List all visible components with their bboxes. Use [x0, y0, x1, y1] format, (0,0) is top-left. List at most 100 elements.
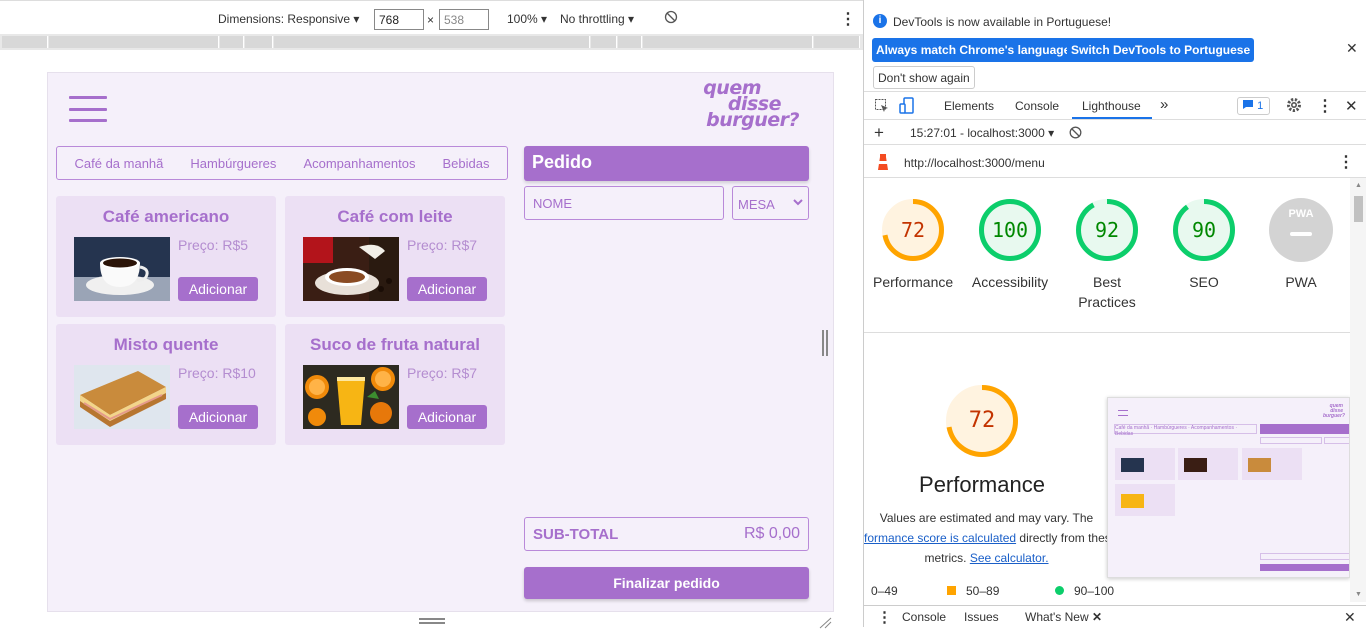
score-gauges: 72 Performance 100 Accessibility 92 Best…: [864, 178, 1350, 333]
active-tab-indicator: [1072, 117, 1152, 119]
subtotal-value: R$ 0,00: [743, 525, 800, 542]
devtools-menu-icon[interactable]: ⋮: [1317, 96, 1333, 116]
score-calculation-link[interactable]: formance score is calculated: [864, 531, 1016, 545]
throttling-dropdown[interactable]: No throttling ▾: [560, 12, 634, 26]
gauge-score: 92: [1094, 218, 1120, 242]
report-url-bar: http://localhost:3000/menu ⋮: [864, 146, 1366, 178]
more-tabs-icon[interactable]: »: [1160, 96, 1168, 113]
clear-reports-icon[interactable]: [1069, 126, 1082, 142]
table-select[interactable]: MESA: [732, 186, 809, 220]
add-button[interactable]: Adicionar: [407, 405, 487, 429]
gauge-ring: 92: [1075, 198, 1139, 262]
ruler-segment[interactable]: [220, 36, 244, 48]
scrollbar-thumb[interactable]: [1354, 196, 1363, 222]
report-selector[interactable]: 15:27:01 - localhost:3000 ▾: [910, 126, 1054, 140]
finish-order-button[interactable]: Finalizar pedido: [524, 567, 809, 599]
category-drinks[interactable]: Bebidas: [442, 156, 489, 171]
gauge-seo[interactable]: 90 SEO: [1164, 198, 1244, 292]
drawer-tab-console[interactable]: Console: [902, 610, 946, 624]
gauge-pwa[interactable]: PWA PWA: [1261, 198, 1341, 292]
gauge-accessibility[interactable]: 100 Accessibility: [970, 198, 1050, 292]
new-report-plus-icon[interactable]: +: [874, 123, 884, 143]
report-time: 15:27:01 - localhost:3000: [910, 126, 1045, 140]
ruler-segment[interactable]: [274, 36, 590, 48]
product-card: Misto quente Preço: R$10 Adicionar: [56, 324, 276, 445]
add-button[interactable]: Adicionar: [178, 405, 258, 429]
match-language-button[interactable]: Always match Chrome's language: [872, 38, 1075, 62]
page-screenshot-thumbnail[interactable]: quem disse burguer? Café da manhã · Hambúr…: [1107, 397, 1350, 578]
close-devtools-icon[interactable]: ✕: [1345, 97, 1358, 115]
product-price: Preço: R$5: [178, 237, 249, 253]
drawer-tab-issues[interactable]: Issues: [964, 610, 999, 624]
customer-name-input[interactable]: [524, 186, 724, 220]
switch-language-button[interactable]: Switch DevTools to Portuguese: [1067, 38, 1255, 62]
ruler-segment[interactable]: [245, 36, 273, 48]
messages-badge[interactable]: 1: [1237, 97, 1270, 115]
inspect-element-icon[interactable]: [874, 98, 890, 117]
product-card: Café americano Preço: R$5 Adicionar: [56, 196, 276, 317]
subtotal-label: SUB-TOTAL: [533, 525, 619, 543]
category-breakfast[interactable]: Café da manhã: [75, 156, 164, 171]
width-input[interactable]: [374, 9, 424, 30]
legend-average: 50–89: [947, 584, 999, 598]
gauge-performance[interactable]: 72 Performance: [873, 198, 953, 292]
height-input[interactable]: [439, 9, 489, 30]
ruler-segment[interactable]: [2, 36, 48, 48]
close-tab-icon[interactable]: ✕: [1092, 610, 1102, 624]
coffee-cup-image: [74, 237, 170, 301]
product-price: Preço: R$10: [178, 365, 256, 381]
see-calculator-link[interactable]: See calculator.: [970, 551, 1049, 565]
pwa-badge-icon: PWA: [1269, 198, 1333, 262]
ruler-segment[interactable]: [814, 36, 860, 48]
zoom-dropdown[interactable]: 100% ▾: [507, 12, 547, 26]
resize-corner-icon[interactable]: [818, 614, 832, 629]
toasted-sandwich-image: [74, 365, 170, 429]
gauge-score: 90: [1191, 218, 1217, 242]
logo-line: burguer?: [706, 109, 799, 131]
settings-gear-icon[interactable]: [1286, 97, 1302, 116]
ruler-segment[interactable]: [49, 36, 219, 48]
drawer-menu-icon[interactable]: ⋮: [877, 608, 892, 626]
report-scrollbar[interactable]: ▲ ▼: [1350, 178, 1366, 602]
product-name: Suco de fruta natural: [309, 335, 481, 354]
tab-elements[interactable]: Elements: [944, 99, 994, 113]
rotate-icon[interactable]: [664, 10, 678, 27]
table-select-label: MESA: [738, 197, 775, 212]
dimensions-dropdown[interactable]: Dimensions: Responsive ▾: [218, 12, 359, 26]
ruler-segment[interactable]: [643, 36, 813, 48]
ruler-segment[interactable]: [618, 36, 642, 48]
gauge-ring: 90: [1172, 198, 1236, 262]
menu-hamburger-icon[interactable]: [69, 96, 107, 122]
add-button[interactable]: Adicionar: [407, 277, 487, 301]
ruler-segment[interactable]: [591, 36, 617, 48]
drawer-tabbar: ⋮ Console Issues What's New ✕ ✕: [864, 605, 1366, 627]
gauge-ring: 100: [978, 198, 1042, 262]
gauge-label: Performance: [873, 274, 954, 290]
description-line: Values are estimated and may vary. The: [879, 511, 1094, 525]
close-drawer-icon[interactable]: ✕: [1344, 609, 1356, 626]
legend-label: 90–100: [1074, 584, 1115, 598]
report-url[interactable]: http://localhost:3000/menu: [904, 156, 1045, 170]
add-button[interactable]: Adicionar: [178, 277, 258, 301]
resize-handle-right[interactable]: [822, 330, 828, 356]
more-options-icon[interactable]: ⋮: [840, 9, 856, 29]
resize-handle-bottom[interactable]: [419, 618, 445, 624]
close-infobar-icon[interactable]: ✕: [1346, 40, 1358, 57]
dont-show-again-button[interactable]: Don't show again: [873, 66, 975, 89]
report-menu-icon[interactable]: ⋮: [1338, 152, 1354, 172]
legend-fail: 0–49: [871, 584, 898, 598]
app-page: quem disse burguer? Café da manhã Hambúr…: [47, 72, 834, 612]
drawer-tab-whats-new[interactable]: What's New ✕: [1025, 610, 1102, 624]
product-price: Preço: R$7: [407, 237, 478, 253]
subtotal-box: SUB-TOTAL R$ 0,00: [524, 517, 809, 551]
lighthouse-logo-icon: [876, 153, 890, 174]
gauge-best-practices[interactable]: 92 Best Practices: [1067, 198, 1147, 312]
infobar-message: DevTools is now available in Portuguese!: [893, 15, 1112, 29]
device-toggle-icon[interactable]: [899, 97, 915, 118]
gauge-label: SEO: [1189, 274, 1219, 290]
legend-label: 0–49: [871, 584, 898, 598]
tab-lighthouse[interactable]: Lighthouse: [1082, 99, 1141, 113]
category-sides[interactable]: Acompanhamentos: [303, 156, 415, 171]
tab-console[interactable]: Console: [1015, 99, 1059, 113]
category-burgers[interactable]: Hambúrgueres: [190, 156, 276, 171]
